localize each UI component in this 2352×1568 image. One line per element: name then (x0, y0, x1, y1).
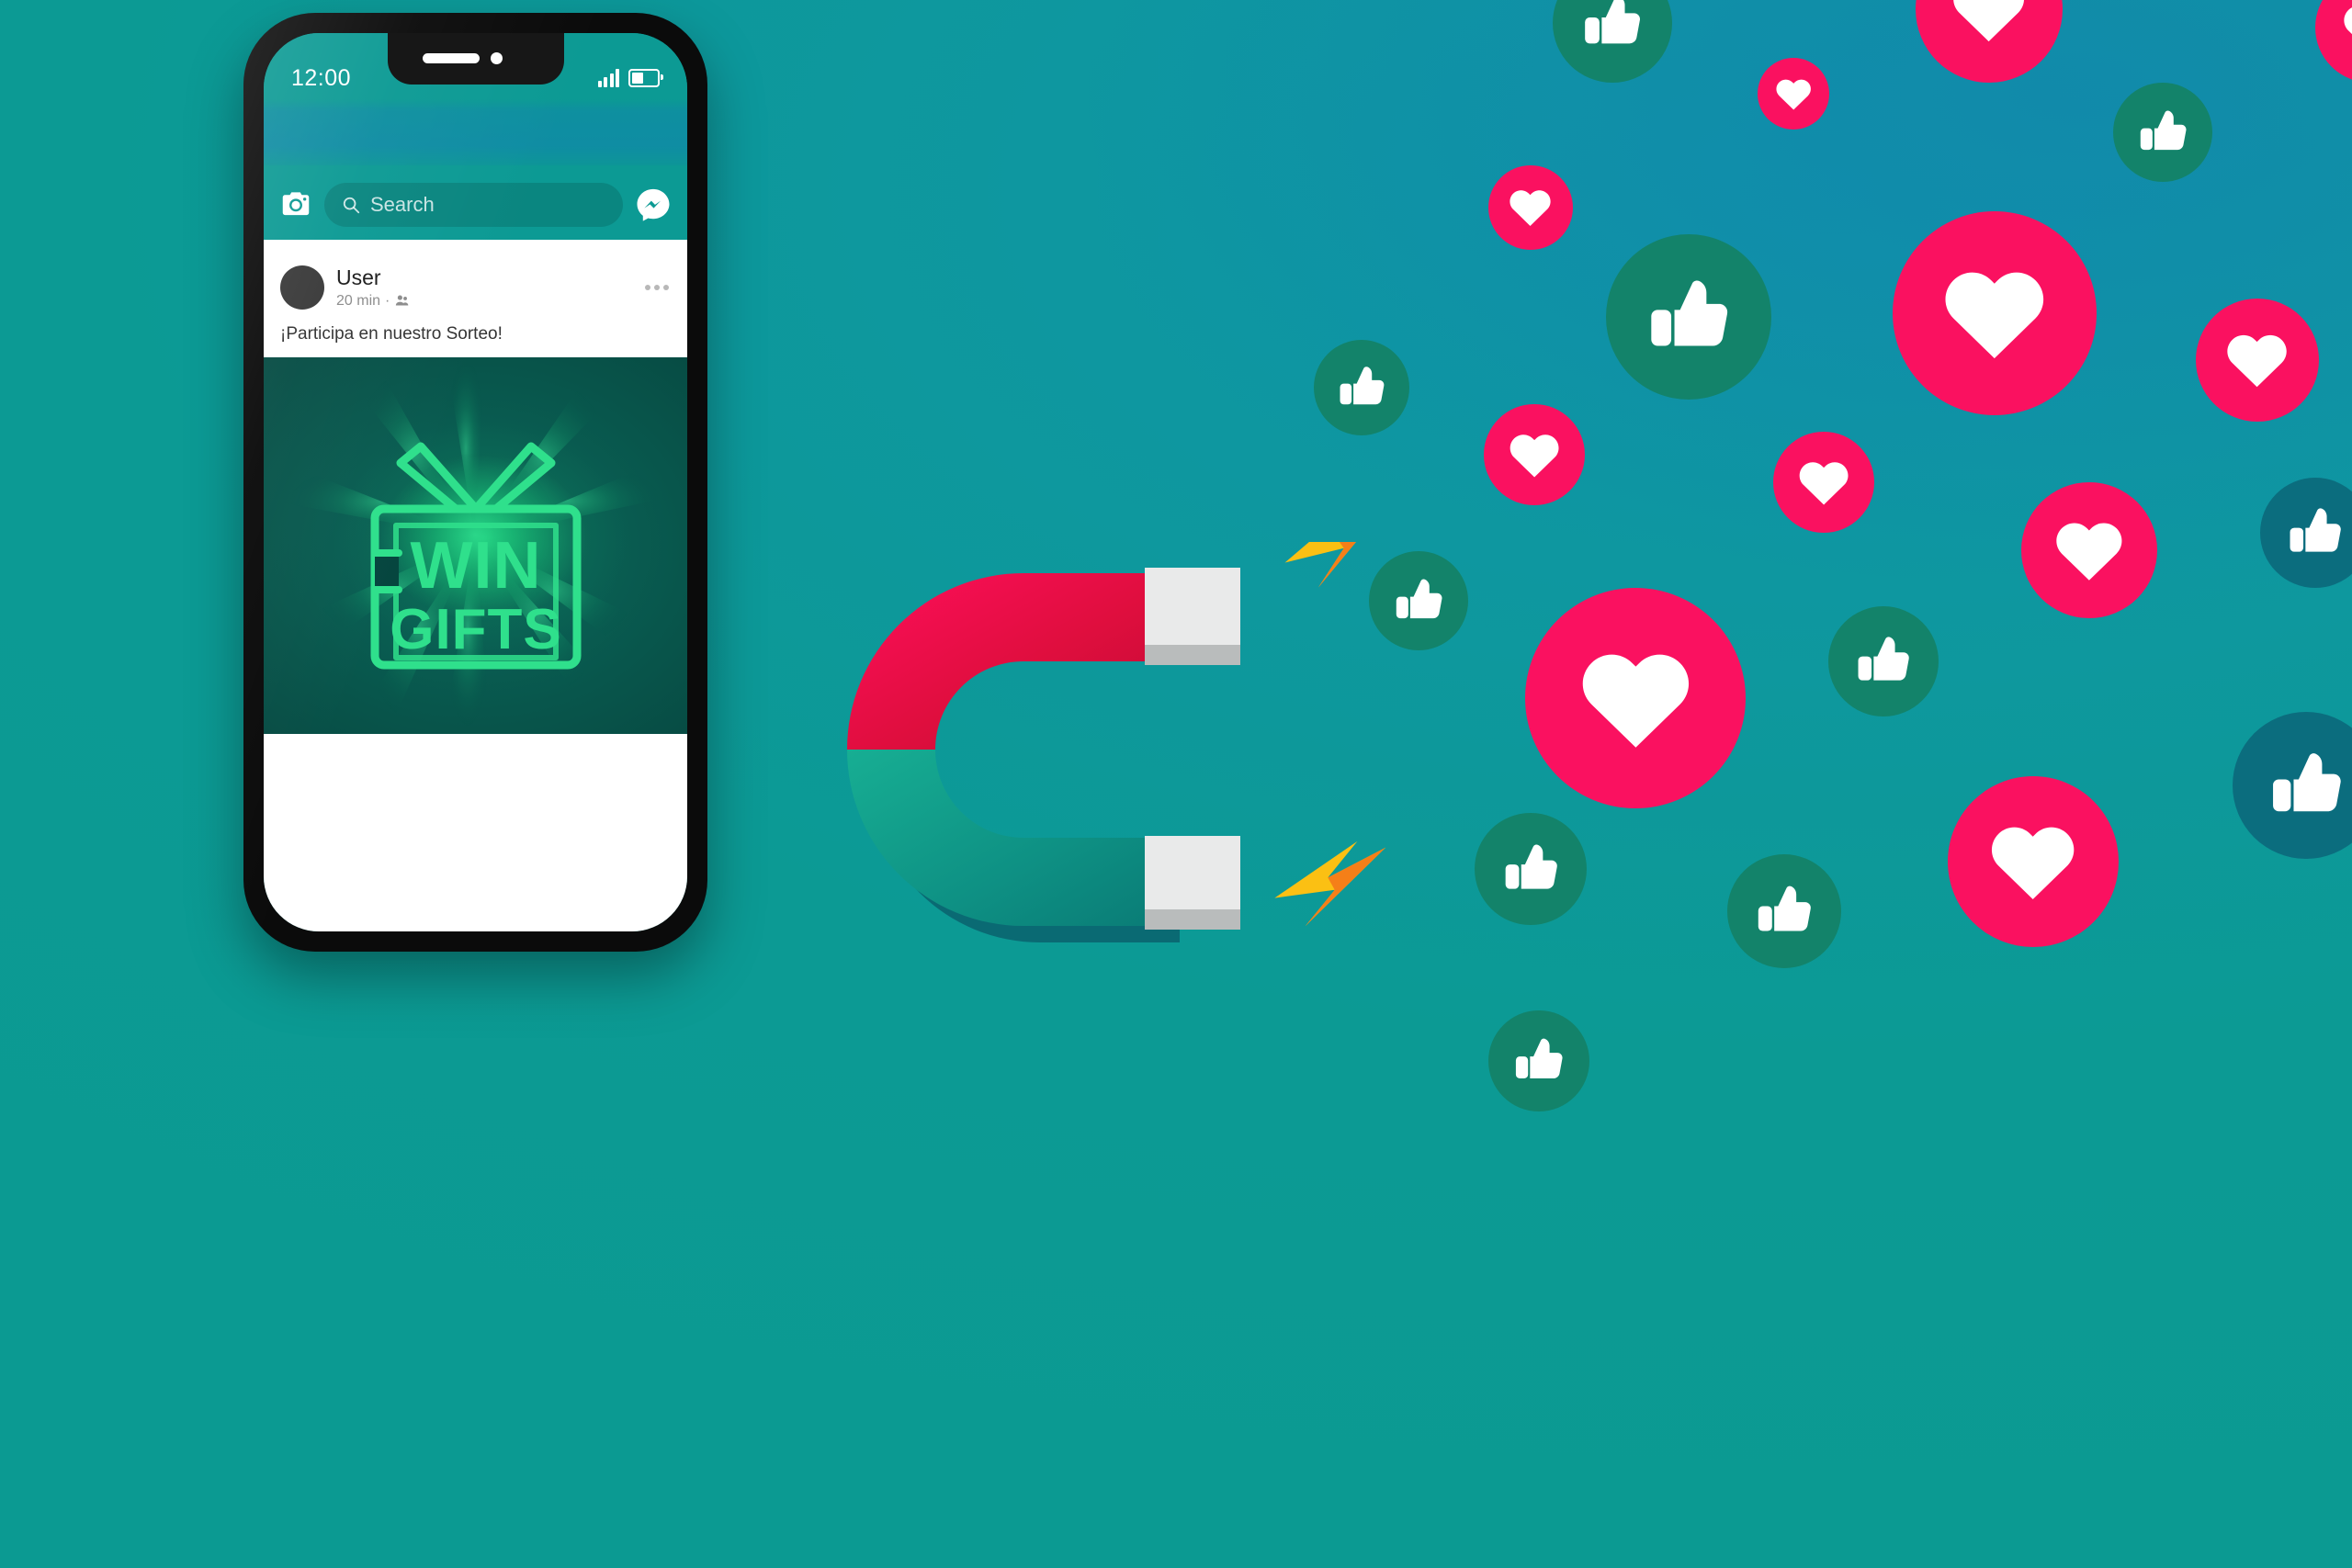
more-options-icon[interactable] (645, 285, 671, 290)
thumbs-up-icon (1475, 813, 1587, 925)
post-timestamp: 20 min (336, 292, 381, 309)
camera-icon[interactable] (278, 187, 313, 222)
news-feed: User 20 min · ¡Participa en nuestro Sort… (264, 240, 687, 931)
post-author[interactable]: User (336, 265, 633, 289)
magnet-tip-lower (1145, 836, 1240, 930)
avatar[interactable] (280, 265, 324, 310)
signal-bars-icon (597, 69, 619, 87)
phone-screen: Search User 20 min · ¡Participa en nuest… (264, 33, 687, 931)
friends-audience-icon (396, 295, 409, 306)
search-icon (341, 195, 361, 215)
front-camera (490, 52, 503, 64)
heart-icon (1893, 211, 2097, 415)
status-time: 12:00 (291, 64, 352, 91)
poster-canvas: Search User 20 min · ¡Participa en nuest… (0, 0, 2352, 1568)
heart-icon (1758, 58, 1829, 130)
svg-text:WIN: WIN (410, 529, 541, 603)
post-subline: 20 min · (336, 293, 633, 310)
heart-icon (1525, 588, 1746, 808)
svg-text:GIFTS: GIFTS (390, 598, 562, 661)
phone-mockup: Search User 20 min · ¡Participa en nuest… (243, 13, 707, 952)
heart-icon (1948, 776, 2119, 947)
heart-icon (2021, 482, 2157, 618)
messenger-icon[interactable] (634, 186, 673, 224)
phone-notch (387, 33, 564, 85)
heart-icon (1484, 404, 1585, 505)
battery-icon (628, 69, 663, 87)
promo-image[interactable]: WIN GIFTS (264, 357, 687, 734)
earpiece-speaker (422, 53, 480, 63)
thumbs-up-icon (1314, 340, 1409, 435)
post-header: User 20 min · (280, 254, 671, 310)
gift-box-icon: WIN GIFTS (370, 442, 581, 670)
heart-icon (1773, 432, 1874, 533)
thumbs-up-icon (1488, 1010, 1589, 1111)
magnet-tip-upper (1145, 568, 1240, 665)
thumbs-up-icon (1828, 606, 1939, 716)
thumbs-up-icon (1606, 234, 1771, 400)
lightning-bolt-icon (1274, 840, 1386, 927)
lightning-bolt-icon (1284, 542, 1391, 588)
post-text: ¡Participa en nuestro Sorteo! (280, 324, 503, 344)
horseshoe-magnet-icon (847, 542, 1391, 942)
search-placeholder: Search (370, 192, 435, 216)
search-input[interactable]: Search (324, 182, 623, 227)
thumbs-up-icon (1727, 854, 1841, 968)
thumbs-up-icon (2113, 83, 2212, 182)
header-gradient-band (264, 99, 687, 165)
post-separator: · (385, 292, 390, 309)
heart-icon (2196, 299, 2319, 422)
status-indicators (597, 69, 663, 87)
heart-icon (1488, 165, 1573, 250)
post-meta: User 20 min · (336, 265, 633, 309)
search-row: Search (264, 169, 687, 240)
feed-post: User 20 min · ¡Participa en nuestro Sort… (264, 240, 687, 734)
